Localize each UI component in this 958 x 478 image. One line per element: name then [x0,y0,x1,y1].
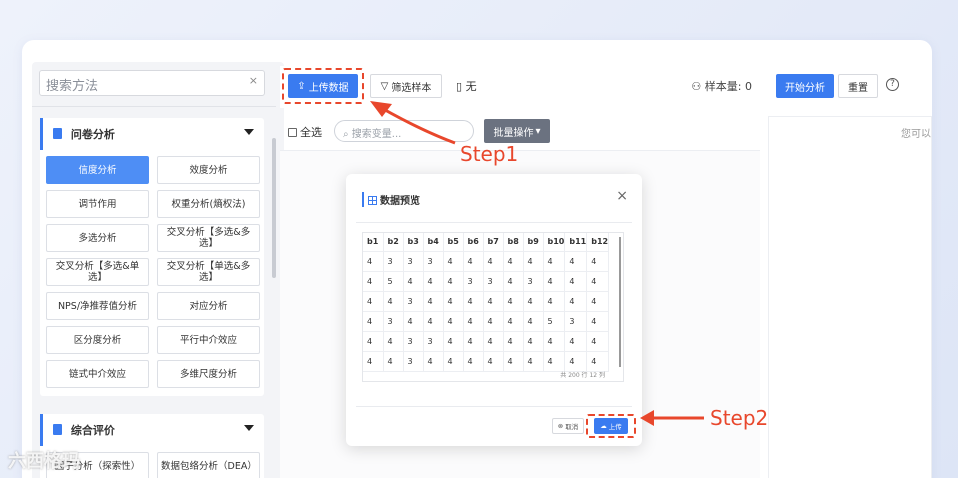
step2-label: Step2 [710,406,769,430]
step1-label: Step1 [460,142,519,166]
watermark: 六西格玛 [8,451,80,472]
step1-arrow [370,101,456,145]
step2-arrow [640,410,704,426]
annotation-arrows [370,101,704,426]
